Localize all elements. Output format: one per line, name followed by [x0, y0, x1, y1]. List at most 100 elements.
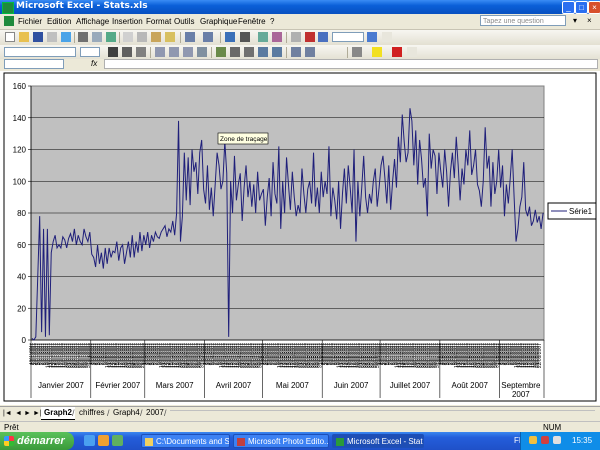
- menu-fenetre[interactable]: Fenêtre: [238, 17, 266, 26]
- chevron-down-icon[interactable]: ▾: [573, 16, 577, 25]
- underline-icon[interactable]: [136, 47, 146, 57]
- percent-icon[interactable]: [230, 47, 240, 57]
- y-tick-label: 40: [17, 273, 26, 282]
- menu-edition[interactable]: Edition: [47, 17, 71, 26]
- spelling-icon[interactable]: [106, 32, 116, 42]
- start-button[interactable]: démarrer: [0, 432, 74, 450]
- font-size-combo[interactable]: [80, 47, 100, 57]
- help-icon[interactable]: [367, 32, 377, 42]
- task-excel-label: Microsoft Excel - Stat...: [347, 437, 424, 446]
- format-painter-icon[interactable]: [165, 32, 175, 42]
- bold-icon[interactable]: [108, 47, 118, 57]
- folder-icon: [145, 438, 153, 446]
- redo-icon[interactable]: [203, 32, 213, 42]
- tray-volume-icon[interactable]: [553, 436, 561, 444]
- autosum-icon[interactable]: [240, 32, 250, 42]
- menu-insertion[interactable]: Insertion: [112, 17, 143, 26]
- align-right-icon[interactable]: [183, 47, 193, 57]
- permission-icon[interactable]: [47, 32, 57, 42]
- y-tick-label: 60: [17, 241, 26, 250]
- prev-sheet-icon[interactable]: ◄: [15, 410, 22, 417]
- task-explorer[interactable]: C:\Documents and Se...: [141, 434, 230, 448]
- photo-editor-icon: [237, 438, 245, 446]
- drawing-icon[interactable]: [291, 32, 301, 42]
- tab-graph4[interactable]: Graph4: [110, 407, 143, 419]
- menu-outils[interactable]: Outils: [174, 17, 194, 26]
- excel-app-icon[interactable]: [2, 2, 14, 14]
- email-icon[interactable]: [61, 32, 71, 42]
- y-tick-label: 20: [17, 304, 26, 313]
- decrease-decimal-icon[interactable]: [272, 47, 282, 57]
- ask-question-input[interactable]: Tapez une question: [480, 15, 566, 26]
- outlook-icon[interactable]: [98, 435, 109, 446]
- zoom-combo[interactable]: [332, 32, 364, 42]
- font-name-combo[interactable]: [4, 47, 76, 57]
- close-workbook-icon[interactable]: ×: [587, 16, 592, 25]
- align-center-icon[interactable]: [169, 47, 179, 57]
- menu-affichage[interactable]: Affichage: [76, 17, 109, 26]
- month-label: Janvier 2007: [38, 381, 84, 390]
- paste-icon[interactable]: [151, 32, 161, 42]
- decrease-indent-icon[interactable]: [291, 47, 301, 57]
- tray-network-icon[interactable]: [529, 436, 537, 444]
- task-excel[interactable]: Microsoft Excel - Stat...: [332, 434, 424, 448]
- first-sheet-icon[interactable]: |◄: [3, 410, 12, 417]
- start-label: démarrer: [17, 435, 65, 447]
- tab-chiffres[interactable]: chiffres: [76, 407, 108, 419]
- print-preview-icon[interactable]: [92, 32, 102, 42]
- title-bar: Microsoft Excel - Stats.xls _ □ ×: [0, 0, 600, 14]
- tab-graph2[interactable]: Graph2: [41, 407, 76, 420]
- font-color-icon[interactable]: [392, 47, 402, 57]
- borders-icon[interactable]: [352, 47, 362, 57]
- legend[interactable]: Série1: [547, 202, 597, 220]
- fill-color-icon[interactable]: [372, 47, 382, 57]
- month-label: Août 2007: [452, 381, 489, 390]
- merge-center-icon[interactable]: [197, 47, 207, 57]
- line-chart[interactable]: 0 20 40 60 80 100 120 140 160 1/01/20072/01/2007…: [0, 71, 600, 405]
- sheet-tabs-bar: |◄ ◄ ► ►| Graph2 / chiffres / Graph4 / 2…: [0, 406, 600, 421]
- open-folder-icon[interactable]: [19, 32, 29, 42]
- align-left-icon[interactable]: [155, 47, 165, 57]
- close-button[interactable]: ×: [588, 1, 600, 14]
- x-tick-label: 22/09/2007: [537, 343, 543, 368]
- sort-descending-icon[interactable]: [272, 32, 282, 42]
- chart-wizard-icon[interactable]: [305, 32, 315, 42]
- internet-explorer-icon[interactable]: [84, 435, 95, 446]
- maximize-button[interactable]: □: [575, 1, 588, 14]
- new-document-icon[interactable]: [5, 32, 15, 42]
- menu-format[interactable]: Format: [146, 17, 171, 26]
- undo-icon[interactable]: [185, 32, 195, 42]
- increase-decimal-icon[interactable]: [258, 47, 268, 57]
- sort-ascending-icon[interactable]: [258, 32, 268, 42]
- workbook-icon[interactable]: [4, 16, 14, 26]
- menu-graphique[interactable]: Graphique: [200, 17, 237, 26]
- name-box[interactable]: [4, 59, 64, 69]
- toolbar-options-icon[interactable]: [407, 47, 417, 57]
- currency-icon[interactable]: [216, 47, 226, 57]
- increase-indent-icon[interactable]: [305, 47, 315, 57]
- menu-help[interactable]: ?: [270, 17, 274, 26]
- insert-function-icon[interactable]: fx: [91, 59, 97, 68]
- save-icon[interactable]: [33, 32, 43, 42]
- desktop-icon[interactable]: [112, 435, 123, 446]
- task-photo-editor[interactable]: Microsoft Photo Edito...: [233, 434, 329, 448]
- formula-input[interactable]: [104, 59, 598, 69]
- window-title: Microsoft Excel - Stats.xls: [16, 1, 148, 11]
- copy-icon[interactable]: [137, 32, 147, 42]
- thousands-icon[interactable]: [244, 47, 254, 57]
- next-sheet-icon[interactable]: ►: [24, 410, 31, 417]
- task-explorer-label: C:\Documents and Se...: [156, 437, 230, 446]
- standard-toolbar: [0, 30, 600, 46]
- tray-security-icon[interactable]: [541, 436, 549, 444]
- minimize-button[interactable]: _: [562, 1, 575, 14]
- italic-icon[interactable]: [122, 47, 132, 57]
- month-label: Février 2007: [95, 381, 140, 390]
- horizontal-scrollbar[interactable]: [170, 410, 595, 419]
- month-label: Mai 2007: [276, 381, 309, 390]
- cut-icon[interactable]: [123, 32, 133, 42]
- menu-fichier[interactable]: Fichier: [18, 17, 42, 26]
- chart-type-icon[interactable]: [318, 32, 328, 42]
- print-icon[interactable]: [78, 32, 88, 42]
- hyperlink-icon[interactable]: [225, 32, 235, 42]
- toolbar-options-icon[interactable]: [382, 32, 392, 42]
